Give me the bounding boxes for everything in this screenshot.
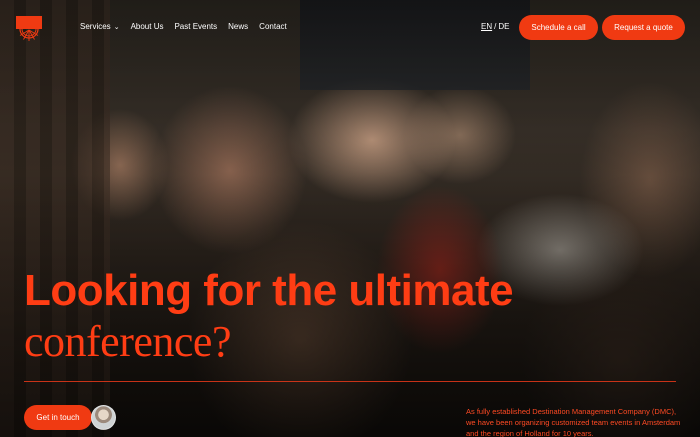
hero-subline: conference? [24,317,231,366]
nav-item-label: Past Events [174,22,218,31]
schedule-call-button[interactable]: Schedule a call [519,15,598,40]
lang-de-link[interactable]: DE [498,22,509,31]
lang-en-link[interactable]: EN [481,22,492,31]
language-switcher: EN / DE [481,22,509,31]
main-nav: Services ⌄ About Us Past Events News Con… [80,22,287,31]
sunrise-logo-icon[interactable] [16,16,42,42]
nav-item-services[interactable]: Services ⌄ [80,22,120,31]
image-shade [0,0,700,437]
nav-item-label: About Us [130,22,164,31]
chevron-down-icon: ⌄ [113,23,120,31]
hero-headline: Looking for the ultimate [24,266,514,315]
hero-divider [24,381,676,382]
nav-item-news[interactable]: News [228,22,248,31]
lang-separator: / [494,22,497,31]
nav-item-label: Services [80,22,111,31]
nav-item-label: News [228,22,249,31]
request-quote-button[interactable]: Request a quote [602,15,685,40]
nav-item-past-events[interactable]: Past Events [174,22,217,31]
intro-text: As fully established Destination Managem… [466,407,681,437]
get-in-touch-button[interactable]: Get in touch [24,405,92,430]
contact-avatar[interactable] [91,405,116,430]
nav-item-label: Contact [259,22,287,31]
nav-item-contact[interactable]: Contact [259,22,287,31]
nav-item-about-us[interactable]: About Us [131,22,164,31]
hero-background-photo [0,0,700,437]
